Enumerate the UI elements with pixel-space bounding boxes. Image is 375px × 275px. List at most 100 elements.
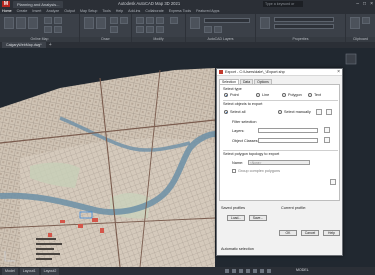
erase-icon[interactable] bbox=[170, 17, 178, 24]
radio-line[interactable] bbox=[256, 93, 260, 97]
ribbon-tab-express-tools[interactable]: Express Tools bbox=[169, 9, 191, 13]
paste-icon[interactable] bbox=[350, 17, 360, 29]
circle-icon[interactable] bbox=[110, 17, 118, 24]
radio-text-label: Text bbox=[314, 93, 321, 97]
arc-icon[interactable] bbox=[120, 17, 128, 24]
model-space-indicator[interactable]: MODEL bbox=[296, 268, 309, 272]
online-map-icon[interactable] bbox=[44, 17, 52, 24]
current-profile-label: Current profile: bbox=[281, 206, 307, 210]
layer-properties-icon[interactable] bbox=[190, 17, 200, 29]
fillet-icon[interactable] bbox=[156, 26, 164, 33]
save-button[interactable]: Save... bbox=[249, 215, 267, 221]
minimize-icon[interactable]: – bbox=[356, 0, 359, 8]
objects-label: Select objects to export bbox=[223, 102, 263, 106]
document-tab[interactable]: Planning and Analysis... bbox=[13, 0, 64, 8]
layer-freeze-icon[interactable] bbox=[214, 26, 222, 33]
map-explorer-icon[interactable] bbox=[28, 17, 38, 29]
selection-tab-body: Select type Point Line Polygon Text Sele… bbox=[219, 84, 340, 201]
select-all-label: Select all bbox=[230, 110, 246, 114]
tab-layout1[interactable]: Layout1 bbox=[19, 267, 39, 275]
lineweight-icon[interactable] bbox=[260, 269, 264, 273]
divider bbox=[223, 100, 338, 101]
ribbon-tab-featured-apps[interactable]: Featured Apps bbox=[196, 9, 219, 13]
radio-select-manually[interactable] bbox=[278, 110, 282, 114]
dialog-title-bar: Export - C:\Users\dale\_\Export.shp × bbox=[217, 69, 342, 76]
topology-search-icon[interactable] bbox=[330, 179, 336, 185]
radio-text[interactable] bbox=[308, 93, 312, 97]
query-icon[interactable] bbox=[16, 17, 26, 29]
select-objects-icon[interactable] bbox=[316, 109, 322, 115]
osnap-icon[interactable] bbox=[253, 269, 257, 273]
lineweight-dropdown[interactable] bbox=[274, 24, 334, 29]
rotate-icon[interactable] bbox=[146, 17, 154, 24]
ribbon-tab-map-setup[interactable]: Map Setup bbox=[80, 9, 97, 13]
feature-classes-field[interactable] bbox=[258, 138, 318, 143]
radio-select-all[interactable] bbox=[224, 110, 228, 114]
trim-icon[interactable] bbox=[156, 17, 164, 24]
app-logo-icon[interactable]: M bbox=[2, 1, 10, 7]
title-bar: M Planning and Analysis... Autodesk Auto… bbox=[0, 0, 375, 12]
ribbon-panel-layers: AutoCAD Layers bbox=[186, 14, 256, 42]
search-input[interactable]: Type a keyword or phrase bbox=[263, 1, 303, 12]
layers-browse-icon[interactable] bbox=[324, 127, 330, 133]
export-icon bbox=[219, 70, 223, 74]
status-toggles bbox=[225, 269, 271, 273]
connect-icon[interactable] bbox=[4, 17, 14, 29]
ribbon-tab-help[interactable]: Help bbox=[116, 9, 123, 13]
ribbon-tab-home[interactable]: Home bbox=[2, 9, 12, 13]
ribbon-tab-insert[interactable]: Insert bbox=[32, 9, 41, 13]
close-icon[interactable]: × bbox=[337, 69, 340, 76]
ribbon-tab-output[interactable]: Output bbox=[64, 9, 75, 13]
window-controls: – □ × bbox=[356, 0, 373, 8]
layer-dropdown[interactable] bbox=[204, 18, 250, 23]
grid-icon[interactable] bbox=[225, 269, 229, 273]
move-icon[interactable] bbox=[136, 17, 144, 24]
topology-name-field[interactable]: <None> bbox=[248, 160, 310, 165]
match-properties-icon[interactable] bbox=[260, 17, 270, 29]
ribbon-tab-tools[interactable]: Tools bbox=[102, 9, 110, 13]
select-manually-label: Select manually bbox=[284, 110, 311, 114]
hybrid-icon[interactable] bbox=[54, 26, 62, 33]
ribbon-panel-online-map: Online Map bbox=[0, 14, 80, 42]
line-icon[interactable] bbox=[84, 17, 94, 29]
tab-model[interactable]: Model bbox=[2, 267, 18, 275]
layers-field[interactable] bbox=[258, 128, 318, 133]
cancel-button[interactable]: Cancel bbox=[301, 230, 319, 236]
tab-layout2[interactable]: Layout2 bbox=[40, 267, 60, 275]
ok-button[interactable]: OK bbox=[279, 230, 297, 236]
radio-polygon[interactable] bbox=[282, 93, 286, 97]
copy-clip-icon[interactable] bbox=[362, 17, 370, 24]
saved-profiles-label: Saved profiles bbox=[221, 206, 246, 210]
close-icon[interactable]: × bbox=[370, 0, 373, 8]
aerial-icon[interactable] bbox=[54, 17, 62, 24]
rectangle-icon[interactable] bbox=[110, 26, 118, 33]
mirror-icon[interactable] bbox=[146, 26, 154, 33]
ribbon-panel-draw: Draw bbox=[80, 14, 132, 42]
dialog-title: Export - C:\Users\dale\_\Export.shp bbox=[225, 70, 285, 74]
radio-polygon-label: Polygon bbox=[288, 93, 302, 97]
maximize-icon[interactable]: □ bbox=[363, 0, 366, 8]
quick-select-icon[interactable] bbox=[326, 109, 332, 115]
help-button[interactable]: Help bbox=[323, 230, 340, 236]
feature-classes-browse-icon[interactable] bbox=[324, 137, 330, 143]
layers-label: Layers: bbox=[232, 129, 245, 133]
group-complex-checkbox[interactable] bbox=[232, 169, 236, 173]
polyline-icon[interactable] bbox=[96, 17, 106, 29]
ribbon-tab-add-ins[interactable]: Add-ins bbox=[128, 9, 140, 13]
radio-point[interactable] bbox=[224, 93, 228, 97]
road-icon[interactable] bbox=[44, 26, 52, 33]
color-dropdown[interactable] bbox=[274, 17, 334, 22]
transparency-icon[interactable] bbox=[267, 269, 271, 273]
ribbon-tab-collaborate[interactable]: Collaborate bbox=[145, 9, 163, 13]
layer-off-icon[interactable] bbox=[204, 26, 212, 33]
ribbon-tab-create[interactable]: Create bbox=[17, 9, 28, 13]
ortho-icon[interactable] bbox=[239, 269, 243, 273]
load-button[interactable]: Load... bbox=[227, 215, 245, 221]
group-complex-label: Group complex polygons bbox=[238, 169, 280, 173]
ribbon-tab-analyze[interactable]: Analyze bbox=[46, 9, 59, 13]
snap-icon[interactable] bbox=[232, 269, 236, 273]
radio-line-label: Line bbox=[262, 93, 270, 97]
copy-icon[interactable] bbox=[136, 26, 144, 33]
ribbon-panel-clipboard: Clipboard bbox=[346, 14, 375, 42]
polar-icon[interactable] bbox=[246, 269, 250, 273]
